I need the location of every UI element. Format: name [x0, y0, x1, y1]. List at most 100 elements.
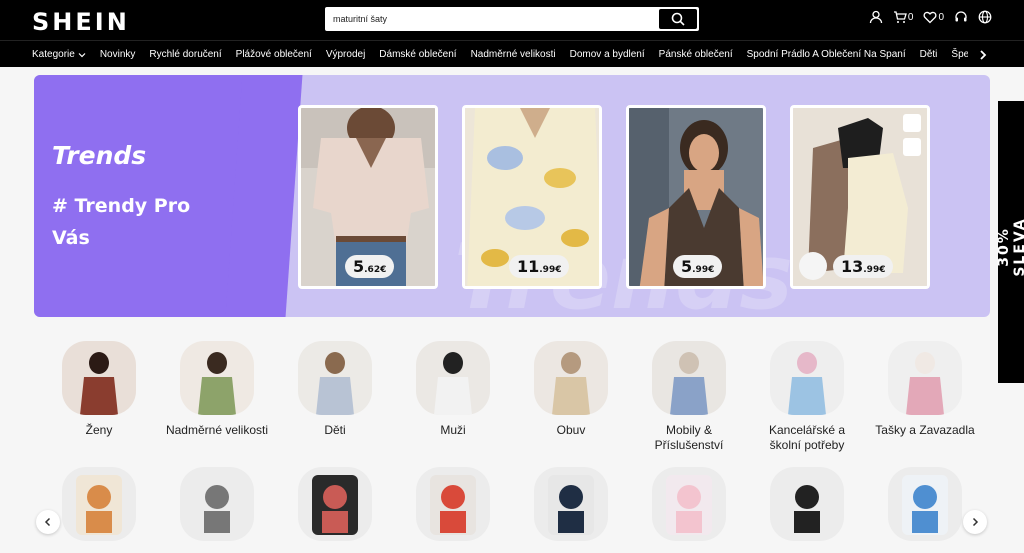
language-button[interactable] — [978, 10, 992, 24]
product-price: 11.99€ — [509, 255, 570, 278]
chevron-down-icon — [78, 52, 86, 57]
nav-item[interactable]: Šperky A — [951, 49, 968, 60]
category-image — [180, 341, 254, 415]
nav-item-label: Nadměrné velikosti — [470, 49, 556, 60]
category-image — [888, 341, 962, 415]
wishlist-count: 0 — [938, 11, 944, 23]
header-icons: 0 0 — [869, 10, 992, 24]
nav-item[interactable]: Plážové oblečení — [236, 49, 312, 60]
nav-item-label: Spodní Prádlo A Oblečení Na Spaní — [746, 49, 906, 60]
nav-item-label: Rychlé doručení — [149, 49, 222, 60]
nav-items: Kategorie Novinky Rychlé doručení Plážové o… — [32, 41, 968, 68]
category-label: Děti — [324, 423, 346, 437]
nav-item-label: Kategorie — [32, 49, 75, 60]
category-nav: Kategorie Novinky Rychlé doručení Plážové o… — [0, 40, 1024, 67]
category-label: Nadměrné velikosti — [165, 423, 269, 437]
nav-next-button[interactable] — [978, 48, 988, 66]
category-item[interactable]: Muži — [398, 341, 508, 438]
category-label: Muži — [440, 423, 466, 437]
search-input[interactable] — [333, 11, 653, 27]
category-item[interactable] — [280, 467, 390, 541]
nav-item[interactable]: Dámské oblečení — [379, 49, 456, 60]
categories-next-button[interactable] — [963, 510, 987, 534]
nav-item-label: Výprodej — [325, 49, 366, 60]
product-card[interactable]: 13.99€ — [790, 105, 930, 289]
nav-item[interactable]: Domov a bydlení — [570, 49, 645, 60]
nav-item-label: Pánské oblečení — [658, 49, 733, 60]
nav-item[interactable]: Výprodej — [326, 49, 365, 60]
bra-icon[interactable] — [903, 114, 921, 132]
category-image — [770, 341, 844, 415]
discount-text: 30% SLEVA — [996, 217, 1024, 277]
search-icon — [671, 12, 685, 26]
product-card[interactable]: 5.99€ — [626, 105, 766, 289]
nav-item[interactable]: Novinky — [100, 49, 136, 60]
dress-icon[interactable] — [903, 138, 921, 156]
cart-icon — [893, 11, 907, 23]
search-button[interactable] — [659, 9, 697, 29]
cart-button[interactable]: 0 — [893, 10, 914, 24]
account-button[interactable] — [869, 10, 883, 24]
nav-item[interactable]: Kategorie — [32, 49, 86, 60]
chevron-left-icon — [44, 517, 51, 527]
banner-title: # Trendy Pro Vás — [52, 195, 191, 249]
nav-item[interactable]: Spodní Prádlo A Oblečení Na Spaní — [747, 49, 906, 60]
category-item[interactable]: Ženy — [44, 341, 154, 438]
product-card[interactable]: 5.62€ — [298, 105, 438, 289]
nav-item[interactable]: Rychlé doručení — [149, 49, 221, 60]
category-label: Tašky a Zavazadla — [875, 423, 975, 437]
category-image — [298, 341, 372, 415]
wishlist-button[interactable]: 0 — [923, 10, 944, 24]
headset-icon — [955, 11, 967, 22]
category-image — [770, 467, 844, 541]
category-image — [652, 467, 726, 541]
category-item[interactable]: Děti — [280, 341, 390, 438]
category-item[interactable] — [516, 467, 626, 541]
category-image — [888, 467, 962, 541]
top-bar: SHEIN 0 0 — [0, 0, 1024, 40]
trends-banner[interactable]: Trends Trends # Trendy Pro Vás 5.62€ 11.… — [34, 75, 990, 317]
category-image — [534, 341, 608, 415]
category-item[interactable]: Nadměrné velikosti — [162, 341, 272, 438]
trends-logo: Trends — [52, 141, 147, 170]
nav-item-label: Šperky A — [951, 49, 968, 60]
category-label: Ženy — [85, 423, 113, 437]
category-image — [298, 467, 372, 541]
categories-prev-button[interactable] — [36, 510, 60, 534]
category-image — [62, 467, 136, 541]
category-image — [62, 341, 136, 415]
category-image — [534, 467, 608, 541]
category-item[interactable]: Obuv — [516, 341, 626, 438]
category-item[interactable] — [752, 467, 862, 541]
nav-item[interactable]: Děti — [920, 49, 938, 60]
product-card[interactable]: 11.99€ — [462, 105, 602, 289]
category-item[interactable] — [398, 467, 508, 541]
shein-logo[interactable]: SHEIN — [32, 8, 130, 36]
category-item[interactable] — [162, 467, 272, 541]
category-item[interactable] — [870, 467, 980, 541]
product-price: 13.99€ — [833, 255, 894, 278]
category-image — [652, 341, 726, 415]
user-icon — [869, 10, 883, 24]
nav-item-label: Děti — [919, 49, 938, 60]
discount-side-tab[interactable]: 30% SLEVA — [996, 101, 1024, 383]
nav-item-label: Domov a bydlení — [569, 49, 645, 60]
category-image — [416, 467, 490, 541]
cart-count: 0 — [907, 11, 914, 23]
support-button[interactable] — [954, 10, 968, 24]
category-item[interactable]: Tašky a Zavazadla — [870, 341, 980, 438]
category-label: Mobily & Příslušenství — [654, 423, 724, 452]
nav-item[interactable]: Nadměrné velikosti — [471, 49, 556, 60]
category-item[interactable]: Kancelářské a školní potřeby — [752, 341, 862, 453]
product-price: 5.99€ — [673, 255, 723, 278]
nav-item-label: Plážové oblečení — [235, 49, 312, 60]
category-image — [416, 341, 490, 415]
search-box — [324, 6, 700, 32]
nav-item[interactable]: Pánské oblečení — [659, 49, 733, 60]
category-item[interactable] — [634, 467, 744, 541]
chevron-right-icon — [972, 517, 979, 527]
category-item[interactable]: Mobily & Příslušenství — [634, 341, 744, 453]
heart-icon — [923, 11, 937, 24]
chevron-right-icon — [980, 50, 987, 60]
category-item[interactable] — [44, 467, 154, 541]
